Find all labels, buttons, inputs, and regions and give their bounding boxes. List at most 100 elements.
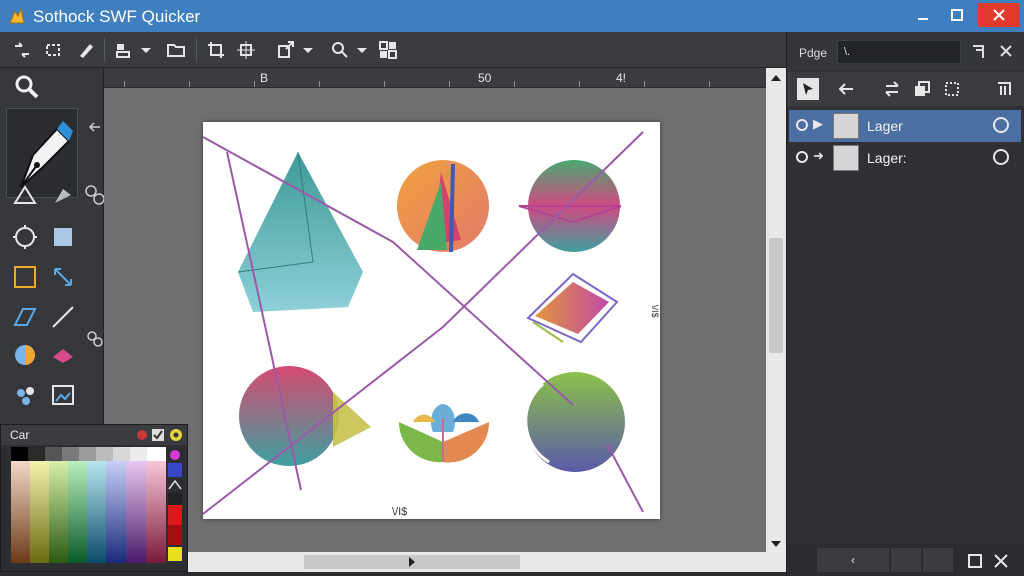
document-field[interactable] <box>837 40 961 64</box>
footer-prev-tab[interactable]: ‹ <box>817 548 889 572</box>
frame-tool[interactable] <box>10 262 40 292</box>
layers-footer: ‹ <box>787 544 1024 576</box>
layer-back-button[interactable] <box>835 78 857 100</box>
ruler-tick <box>319 81 320 87</box>
canvas-bottom-label: \/I$ <box>392 506 408 518</box>
transform-icon[interactable] <box>12 40 32 60</box>
maximize-icon <box>951 9 963 21</box>
visibility-icon[interactable] <box>796 119 808 131</box>
image-tool[interactable] <box>48 380 78 410</box>
scroll-right-icon[interactable] <box>408 557 416 567</box>
layer-name: Lager: <box>867 150 907 166</box>
symbol-tool[interactable] <box>10 380 40 410</box>
split-circle-shape[interactable] <box>239 366 339 466</box>
layer-thumbnail <box>833 113 859 139</box>
line-tool[interactable] <box>48 302 78 332</box>
horizontal-ruler: B 50 4! <box>104 68 766 88</box>
cursor-arrow-icon <box>55 189 71 203</box>
align-icon[interactable] <box>114 40 134 60</box>
scale-tool[interactable] <box>48 262 78 292</box>
layer-thumbnail <box>833 145 859 171</box>
page-link-icon[interactable] <box>971 44 987 60</box>
frame-icon <box>14 266 36 288</box>
color-record-icon[interactable] <box>135 428 149 442</box>
distribute-icon[interactable] <box>236 40 256 60</box>
visibility-icon[interactable] <box>796 151 808 163</box>
path-tool[interactable] <box>10 180 40 210</box>
layer-duplicate-button[interactable] <box>911 78 933 100</box>
dropdown-arrow-icon[interactable] <box>136 40 156 60</box>
magnify-tool[interactable] <box>12 72 42 102</box>
toolbar-separator <box>104 38 105 62</box>
lock-icon[interactable] <box>993 149 1009 165</box>
minimize-button[interactable] <box>908 3 938 27</box>
close-icon <box>993 9 1005 21</box>
swap-icon <box>885 81 899 97</box>
fill-tool[interactable] <box>48 340 78 370</box>
dots-icon <box>17 387 34 405</box>
rectangle-tool[interactable] <box>48 222 78 252</box>
zoom-icon[interactable] <box>330 40 350 60</box>
distribute-icon <box>945 82 959 96</box>
tools-panel <box>0 68 105 424</box>
circle-target-icon <box>13 225 37 249</box>
document-label: Pdge <box>799 46 828 60</box>
ellipse-tool[interactable] <box>10 222 40 252</box>
layer-row-1[interactable]: ▶ Lager <box>789 110 1021 142</box>
select-icon[interactable] <box>44 40 64 60</box>
scroll-down-icon[interactable] <box>771 540 781 548</box>
scroll-up-icon[interactable] <box>771 74 781 82</box>
layer-swap-button[interactable] <box>881 78 903 100</box>
expand-arrow-icon[interactable]: ➜ <box>813 148 824 164</box>
ruler-tick <box>124 81 125 87</box>
dropdown-arrow-icon[interactable] <box>298 40 318 60</box>
vertical-scrollbar[interactable] <box>766 68 786 552</box>
ruler-tick <box>254 81 255 87</box>
footer-tab[interactable] <box>923 548 953 572</box>
layer-row-2[interactable]: ➜ Lager: <box>789 142 1021 174</box>
vertical-scroll-thumb[interactable] <box>769 238 783 353</box>
cursor-icon <box>803 83 813 95</box>
crop-icon[interactable] <box>206 40 226 60</box>
square-icon <box>54 228 72 246</box>
palette-menu-icon[interactable] <box>169 428 183 442</box>
line-icon <box>52 306 74 328</box>
footer-tab[interactable] <box>891 548 921 572</box>
close-button[interactable] <box>978 3 1020 27</box>
ruler-label: 50 <box>478 71 492 85</box>
duplicate-icon <box>915 81 930 96</box>
color-panel-header: Car <box>1 425 187 445</box>
document-bar: Pdge <box>787 32 1024 70</box>
layer-select-button[interactable] <box>797 78 819 100</box>
layer-options-button[interactable] <box>993 78 1015 100</box>
guide-line[interactable] <box>606 443 644 513</box>
folder-icon[interactable] <box>166 40 186 60</box>
subselect-tool[interactable] <box>48 180 78 210</box>
color-swatch-grid[interactable] <box>11 447 166 563</box>
polyline-icon <box>13 185 37 204</box>
lock-icon[interactable] <box>993 117 1009 133</box>
ruler-label: 4! <box>616 71 627 85</box>
horizontal-scrollbar[interactable] <box>188 552 786 572</box>
brush-icon[interactable] <box>76 40 96 60</box>
title-bar: Sothock SWF Quicker <box>0 0 1024 32</box>
grid-icon[interactable] <box>378 40 398 60</box>
skew-tool[interactable] <box>10 302 40 332</box>
gradient-tool[interactable] <box>10 340 40 370</box>
dropdown-arrow-icon[interactable] <box>352 40 372 60</box>
panel-close-icon[interactable] <box>999 44 1013 58</box>
link-icon <box>85 185 105 205</box>
new-layer-icon[interactable] <box>967 553 983 569</box>
artboard[interactable] <box>203 122 660 519</box>
layer-distribute-button[interactable] <box>941 78 963 100</box>
color-mode-strip[interactable] <box>167 449 183 565</box>
gradient-circle-icon <box>15 345 35 365</box>
expand-arrow-icon[interactable]: ▶ <box>813 116 823 132</box>
maximize-button[interactable] <box>942 3 972 27</box>
app-window: Sothock SWF Quicker B 50 4! \/I$ \/I$ Ca… <box>0 0 1024 576</box>
delete-layer-icon[interactable] <box>993 553 1009 569</box>
export-icon[interactable] <box>276 40 296 60</box>
canvas-area[interactable] <box>104 88 766 552</box>
checkmark-icon[interactable] <box>151 428 165 442</box>
toolbar-separator <box>196 38 197 62</box>
